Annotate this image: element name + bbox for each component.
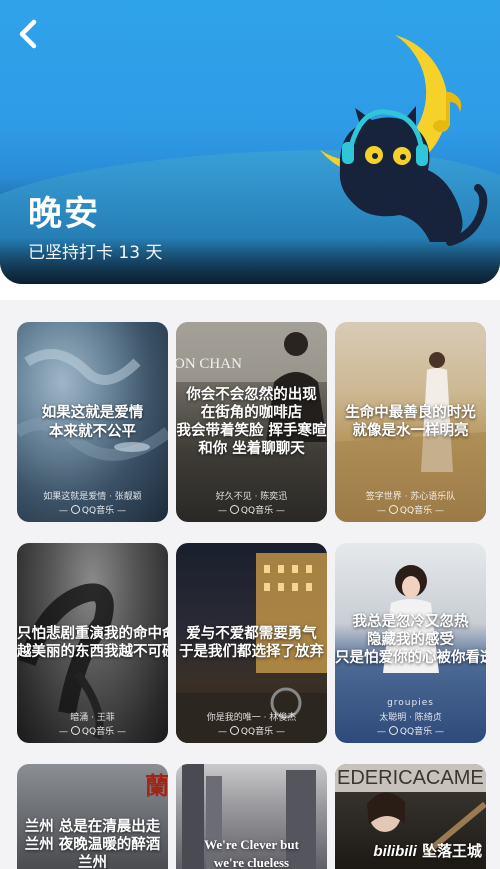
streak-text: 已坚持打卡 13 天 <box>28 243 163 263</box>
qq-music-icon <box>70 726 80 735</box>
lyric-line: 生命中最善良的时光 <box>345 405 476 421</box>
qq-music-icon <box>388 726 398 735</box>
lyric-card[interactable]: EDERICACAME bilibili 坠落王城 <box>335 764 486 869</box>
chevron-left-icon <box>19 19 37 49</box>
lyric-card[interactable]: We're Clever but we're clueless <box>176 764 327 869</box>
qq-music-icon <box>388 505 398 514</box>
qq-music-brand: — QQ音乐 — <box>59 505 126 516</box>
lyric-line: 兰州 总是在清晨出走 <box>24 819 161 835</box>
back-button[interactable] <box>8 14 48 54</box>
moon-cat-illustration <box>300 20 500 260</box>
lyric-line: 你会不会忽然的出现 <box>186 387 317 403</box>
album-text: 蘭 <box>145 772 168 800</box>
album-text: groupies <box>387 698 434 708</box>
song-info: 太聪明 · 陈绮贞 <box>379 713 442 723</box>
lyric-card[interactable]: ON CHAN 你会不会忽然的出现 在街角的咖啡店 我会带着笑脸 挥手寒暄 和你… <box>176 322 327 522</box>
lyric-line: We're Clever but <box>204 837 299 852</box>
page-title: 晚安 <box>28 194 100 234</box>
lyric-line: 越美丽的东西我越不可碰 <box>17 644 168 660</box>
lyric-card[interactable]: 如果这就是爱情 本来就不公平 如果这就是爱情 · 张靓颖 — QQ音乐 — <box>17 322 168 522</box>
lyric-line: 如果这就是爱情 <box>41 405 144 421</box>
lyric-line: 兰州 <box>78 855 107 869</box>
song-info: 签字世界 · 苏心语乐队 <box>365 492 456 502</box>
lyric-card[interactable]: 爱与不爱都需要勇气 于是我们都选择了放弃 你是我的唯一 · 林俊杰 — QQ音乐… <box>176 543 327 743</box>
qq-music-icon <box>70 505 80 514</box>
song-info: 如果这就是爱情 · 张靓颖 <box>43 492 142 502</box>
song-info: 你是我的唯一 · 林俊杰 <box>206 713 297 723</box>
lyric-line: 爱与不爱都需要勇气 <box>186 626 317 642</box>
lyric-card[interactable]: 只怕悲剧重演我的命中命中 越美丽的东西我越不可碰 暗涌 · 王菲 — QQ音乐 … <box>17 543 168 743</box>
lyric-line: 只怕悲剧重演我的命中命中 <box>17 626 168 642</box>
lyric-line: 隐藏我的感受 <box>367 632 454 648</box>
lyric-card[interactable]: 生命中最善良的时光 就像是水一样明亮 签字世界 · 苏心语乐队 — QQ音乐 — <box>335 322 486 522</box>
lyric-line: 只是怕爱你的心被你看透 <box>335 650 486 666</box>
song-info: 好久不见 · 陈奕迅 <box>215 492 288 502</box>
lyric-line: 在街角的咖啡店 <box>200 405 303 421</box>
header-banner: 晚安 已坚持打卡 13 天 <box>0 0 500 284</box>
qq-music-icon <box>229 726 239 735</box>
lyric-line: 本来就不公平 <box>49 424 136 440</box>
lyric-line: 我会带着笑脸 挥手寒暄 <box>176 423 327 439</box>
lyric-line: 我总是忽冷又忽热 <box>352 614 469 630</box>
qq-music-brand: — QQ音乐 — <box>59 726 126 737</box>
lyric-line: 和你 坐着聊聊天 <box>198 441 305 457</box>
lyric-line: we're clueless <box>213 855 290 869</box>
lyric-card[interactable]: 蘭 兰州 总是在清晨出走 兰州 夜晚温暖的醉酒 兰州 <box>17 764 168 869</box>
qq-music-brand: — QQ音乐 — <box>218 726 285 737</box>
bilibili-watermark: bilibili 坠落王城 <box>373 842 482 860</box>
song-info: 暗涌 · 王菲 <box>70 713 115 723</box>
qq-music-brand: — QQ音乐 — <box>218 505 285 516</box>
qq-music-brand: — QQ音乐 — <box>377 726 444 737</box>
qq-music-icon <box>229 505 239 514</box>
lyric-line: 兰州 夜晚温暖的醉酒 <box>24 837 161 853</box>
lyric-line: 就像是水一样明亮 <box>352 423 469 439</box>
qq-music-brand: — QQ音乐 — <box>377 505 444 516</box>
lyric-line: 于是我们都选择了放弃 <box>179 644 324 660</box>
lyric-card[interactable]: 我总是忽冷又忽热 隐藏我的感受 只是怕爱你的心被你看透 groupies 太聪明… <box>335 543 486 743</box>
